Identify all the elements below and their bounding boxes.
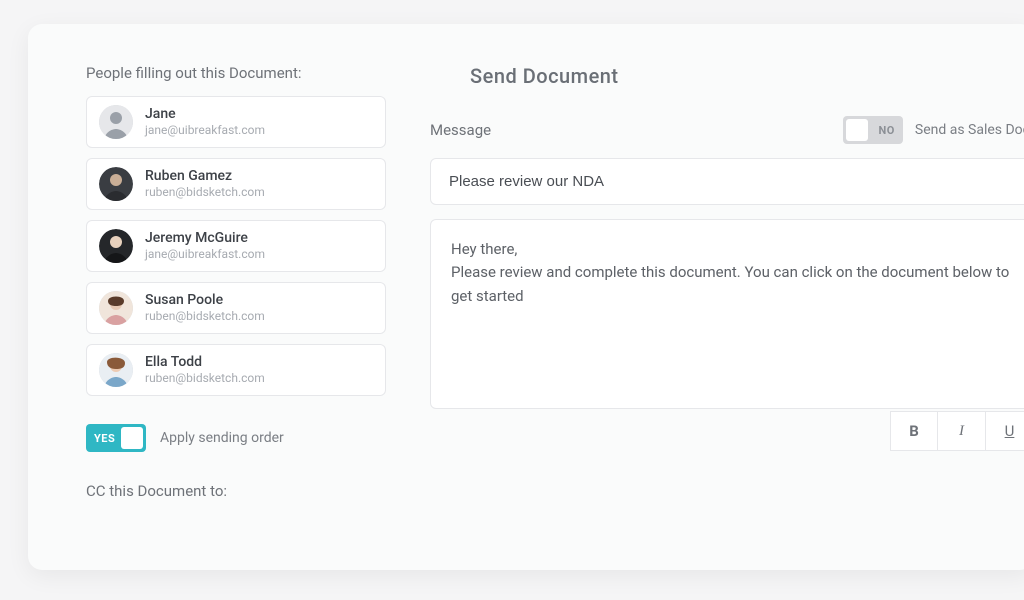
person-card[interactable]: Ruben Gamez ruben@bidsketch.com xyxy=(86,158,386,210)
page-title: Send Document xyxy=(470,64,1024,88)
person-name: Jane xyxy=(145,106,265,123)
person-name: Ella Todd xyxy=(145,354,265,371)
avatar xyxy=(99,229,133,263)
message-body-editor[interactable]: Hey there, Please review and complete th… xyxy=(430,219,1024,409)
toggle-state-label: NO xyxy=(879,124,895,137)
cc-section-label: CC this Document to: xyxy=(86,482,386,500)
bold-button[interactable]: B xyxy=(890,411,938,451)
format-toolbar: B I U xyxy=(430,411,1024,451)
person-email: ruben@bidsketch.com xyxy=(145,185,265,199)
avatar xyxy=(99,167,133,201)
send-document-panel: People filling out this Document: Jane j… xyxy=(28,24,1024,570)
message-label: Message xyxy=(430,121,491,139)
italic-button[interactable]: I xyxy=(938,411,986,451)
avatar xyxy=(99,353,133,387)
person-email: ruben@bidsketch.com xyxy=(145,309,265,323)
person-card[interactable]: Susan Poole ruben@bidsketch.com xyxy=(86,282,386,334)
person-email: jane@uibreakfast.com xyxy=(145,123,265,137)
person-name: Ruben Gamez xyxy=(145,168,265,185)
person-name: Jeremy McGuire xyxy=(145,230,265,247)
person-name: Susan Poole xyxy=(145,292,265,309)
apply-order-toggle[interactable]: YES xyxy=(86,424,146,452)
send-as-sales-toggle[interactable]: NO xyxy=(843,116,903,144)
avatar xyxy=(99,105,133,139)
avatar xyxy=(99,291,133,325)
toggle-state-label: YES xyxy=(94,432,115,445)
right-column: Send Document Message NO Send as Sales D… xyxy=(430,64,1024,570)
left-column: People filling out this Document: Jane j… xyxy=(86,64,386,570)
people-list: Jane jane@uibreakfast.com Ruben Gamez ru… xyxy=(86,96,386,396)
person-card[interactable]: Jane jane@uibreakfast.com xyxy=(86,96,386,148)
subject-input[interactable] xyxy=(430,158,1024,205)
apply-order-label: Apply sending order xyxy=(160,430,284,446)
underline-button[interactable]: U xyxy=(986,411,1024,451)
person-email: ruben@bidsketch.com xyxy=(145,371,265,385)
send-as-sales-label: Send as Sales Doc xyxy=(915,122,1024,138)
person-card[interactable]: Jeremy McGuire jane@uibreakfast.com xyxy=(86,220,386,272)
people-section-label: People filling out this Document: xyxy=(86,64,386,82)
person-card[interactable]: Ella Todd ruben@bidsketch.com xyxy=(86,344,386,396)
person-email: jane@uibreakfast.com xyxy=(145,247,265,261)
